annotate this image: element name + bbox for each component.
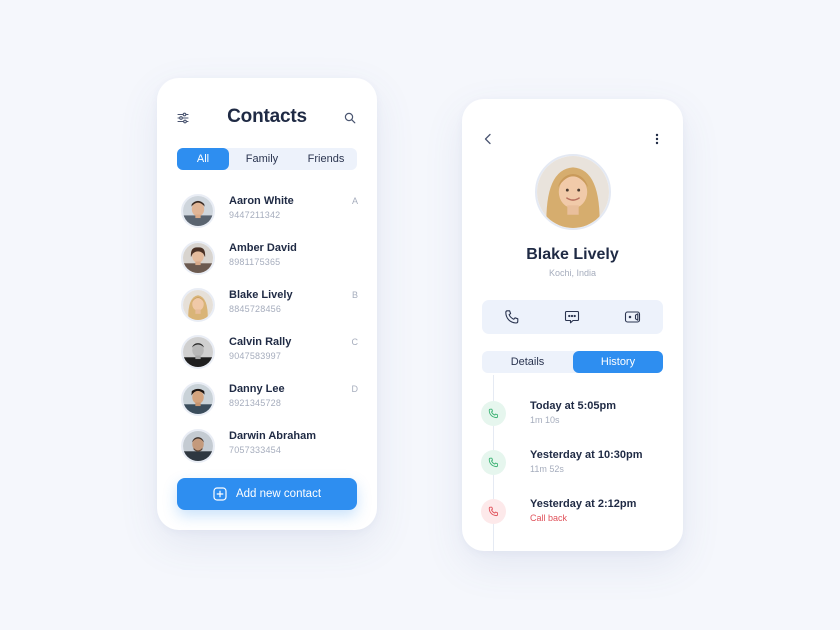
phone-icon[interactable]	[497, 302, 527, 332]
search-icon[interactable]	[340, 108, 360, 128]
contact-row[interactable]: Blake Lively 8845728456 B	[157, 287, 377, 327]
tab-details[interactable]: Details	[482, 351, 573, 373]
avatar	[181, 335, 215, 369]
avatar	[181, 288, 215, 322]
profile-avatar	[535, 154, 611, 230]
add-contact-label: Add new contact	[235, 488, 322, 500]
tab-history[interactable]: History	[573, 351, 663, 373]
contact-row[interactable]: Danny Lee 8921345728 D	[157, 381, 377, 421]
avatar	[181, 382, 215, 416]
contact-name: Blake Lively	[229, 289, 293, 301]
video-icon[interactable]	[618, 302, 648, 332]
avatar	[181, 429, 215, 463]
contact-row[interactable]: Darwin Abraham 7057333454	[157, 428, 377, 468]
call-duration: 1m 10s	[530, 415, 560, 425]
contact-name: Danny Lee	[229, 383, 285, 395]
add-contact-button[interactable]: Add new contact	[177, 478, 357, 510]
contacts-card: Contacts All Family Friends Aaron White …	[157, 78, 377, 530]
phone-incoming-icon	[481, 401, 506, 426]
contact-row[interactable]: Calvin Rally 9047583997 C	[157, 334, 377, 374]
call-history-item[interactable]: Yesterday at 10:30pm 11m 52s	[462, 448, 683, 478]
contact-phone: 8981175365	[229, 257, 281, 267]
contact-row[interactable]: Aaron White 9447211342 A	[157, 193, 377, 233]
more-vertical-icon[interactable]	[647, 129, 667, 149]
contact-phone: 9047583997	[229, 351, 282, 361]
call-history-item[interactable]: Yesterday at 2:12pm Call back	[462, 497, 683, 527]
profile-location: Kochi, India	[548, 268, 597, 278]
call-history-item[interactable]: Today at 5:05pm 1m 10s	[462, 399, 683, 429]
message-icon[interactable]	[557, 302, 587, 332]
contact-name: Calvin Rally	[229, 336, 292, 348]
index-letter: C	[351, 337, 359, 347]
contact-phone: 8845728456	[229, 304, 282, 314]
contacts-header: Contacts	[157, 104, 377, 130]
call-time: Yesterday at 2:12pm	[530, 498, 637, 510]
contact-phone: 9447211342	[229, 210, 281, 220]
contact-row[interactable]: Amber David 8981175365	[157, 240, 377, 280]
tab-all[interactable]: All	[177, 148, 229, 170]
contact-actions	[482, 300, 663, 334]
call-time: Today at 5:05pm	[530, 400, 616, 412]
contact-name: Amber David	[229, 242, 297, 254]
call-time: Yesterday at 10:30pm	[530, 449, 643, 461]
contact-name: Darwin Abraham	[229, 430, 317, 442]
tab-family[interactable]: Family	[229, 148, 295, 170]
contact-phone: 8921345728	[229, 398, 282, 408]
index-letter: A	[351, 196, 358, 206]
phone-missed-icon	[481, 499, 506, 524]
contact-phone: 7057333454	[229, 445, 282, 455]
chevron-left-icon[interactable]	[478, 129, 498, 149]
detail-tabs: Details History	[482, 351, 663, 373]
contact-filter-tabs: All Family Friends	[177, 148, 357, 170]
profile-name: Blake Lively	[526, 246, 619, 263]
avatar	[181, 194, 215, 228]
contact-detail-card: Blake Lively Kochi, India Details Histor…	[462, 99, 683, 551]
index-letter: B	[351, 290, 358, 300]
call-back-link[interactable]: Call back	[530, 513, 567, 523]
contact-name: Aaron White	[229, 195, 294, 207]
call-duration: 11m 52s	[530, 464, 564, 474]
phone-incoming-icon	[481, 450, 506, 475]
index-letter: D	[351, 384, 359, 394]
tab-friends[interactable]: Friends	[295, 148, 357, 170]
avatar	[181, 241, 215, 275]
plus-square-icon	[213, 487, 227, 501]
